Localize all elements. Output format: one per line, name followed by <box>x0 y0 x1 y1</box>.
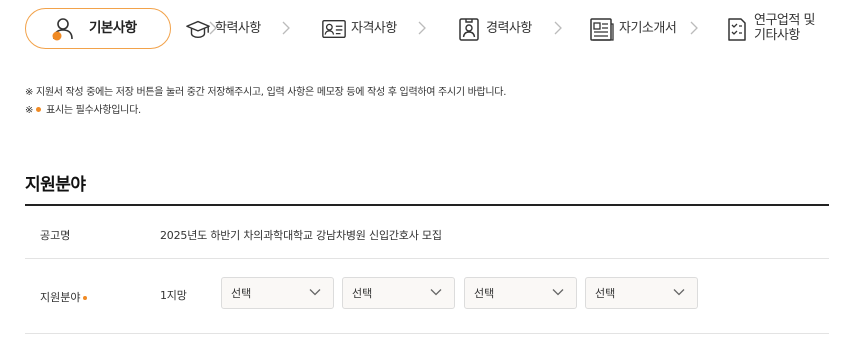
step-research-etc[interactable]: 연구업적 및 기타사항 <box>724 8 815 49</box>
step-label: 기본사항 <box>89 20 137 36</box>
step-self-introduction[interactable]: 자기소개서 <box>589 8 677 49</box>
section-title: 지원분야 <box>25 175 86 195</box>
row-divider <box>25 258 829 259</box>
select-value: 선택 <box>231 287 252 300</box>
step-label: 연구업적 및 기타사항 <box>754 13 815 43</box>
field-select-3[interactable]: 선택 <box>464 277 577 309</box>
chevron-right-icon <box>282 21 290 35</box>
document-icon <box>589 16 615 42</box>
notice-required-text: 표시는 필수사항입니다. <box>46 105 141 116</box>
step-label: 학력사항 <box>215 21 261 36</box>
select-value: 선택 <box>352 287 373 300</box>
step-label: 경력사항 <box>486 21 532 36</box>
required-dot-icon <box>83 296 88 300</box>
chevron-down-icon <box>552 289 564 296</box>
notice-name-value: 2025년도 하반기 차의과학대학교 강남차병원 신입간호사 모집 <box>160 229 442 242</box>
checklist-icon <box>724 16 750 42</box>
chevron-down-icon <box>430 289 442 296</box>
preference-label: 1지망 <box>160 289 187 302</box>
step-education[interactable]: 학력사항 <box>185 8 261 49</box>
select-value: 선택 <box>595 287 616 300</box>
notice-mark: ※ <box>25 105 34 116</box>
step-qualifications[interactable]: 자격사항 <box>321 8 397 49</box>
notice-required: ※ 표시는 필수사항입니다. <box>25 101 141 116</box>
step-label-line2: 기타사항 <box>754 27 800 43</box>
badge-icon <box>456 16 482 42</box>
notice-name-label: 공고명 <box>40 229 71 242</box>
chevron-right-icon <box>554 21 562 35</box>
chevron-down-icon <box>673 289 685 296</box>
step-label-line1: 연구업적 및 <box>754 12 815 28</box>
field-select-1[interactable]: 선택 <box>221 277 334 309</box>
application-steps: 기본사항 학력사항 자격사항 경력사항 자기소개서 연구업적 및 기타사항 <box>0 0 856 58</box>
chevron-right-icon <box>690 21 698 35</box>
row-divider <box>25 333 829 334</box>
required-dot-icon <box>36 107 42 112</box>
step-basic-info[interactable]: 기본사항 <box>25 8 171 49</box>
graduation-cap-icon <box>185 16 211 42</box>
person-icon <box>50 16 76 42</box>
section-divider <box>25 204 829 206</box>
field-label: 지원분야 <box>40 289 88 305</box>
id-card-icon <box>321 16 347 42</box>
notice-save: ※ 지원서 작성 중에는 저장 버튼을 눌러 중간 저장해주시고, 입력 사항은… <box>25 87 507 98</box>
chevron-right-icon <box>418 21 426 35</box>
field-label-text: 지원분야 <box>40 291 81 304</box>
field-select-2[interactable]: 선택 <box>342 277 455 309</box>
step-label: 자기소개서 <box>619 21 677 36</box>
chevron-down-icon <box>309 289 321 296</box>
field-select-4[interactable]: 선택 <box>585 277 698 309</box>
step-label: 자격사항 <box>351 21 397 36</box>
select-value: 선택 <box>474 287 495 300</box>
step-career[interactable]: 경력사항 <box>456 8 532 49</box>
